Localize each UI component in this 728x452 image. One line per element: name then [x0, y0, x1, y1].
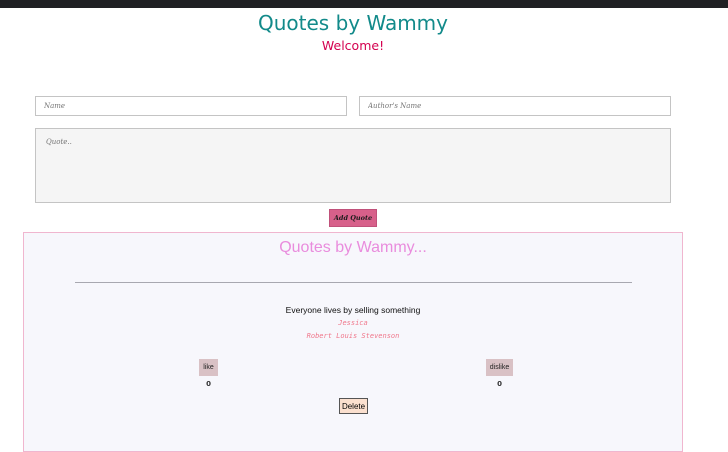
- delete-button[interactable]: Delete: [339, 398, 368, 414]
- quotes-panel: Quotes by Wammy... Everyone lives by sel…: [23, 232, 683, 452]
- quote-textarea[interactable]: [35, 128, 671, 203]
- quote-author-name: Robert Louis Stevenson: [306, 332, 400, 340]
- quote-submitter-name: Jessica: [338, 319, 368, 327]
- dislike-button[interactable]: dislike: [486, 359, 513, 376]
- welcome-message: Welcome!: [321, 38, 385, 53]
- like-count: 0: [206, 380, 211, 388]
- site-title: Quotes by Wammy: [257, 11, 449, 35]
- add-quote-button[interactable]: Add Quote: [329, 209, 377, 227]
- browser-top-bar: [0, 0, 728, 8]
- author-name-input[interactable]: [359, 96, 671, 116]
- like-button[interactable]: like: [199, 359, 218, 376]
- quotes-section-title: Quotes by Wammy...: [279, 239, 427, 256]
- dislike-count: 0: [497, 380, 502, 388]
- name-input[interactable]: [35, 96, 347, 116]
- section-divider: [75, 282, 632, 283]
- quote-text: Everyone lives by selling something: [285, 305, 421, 315]
